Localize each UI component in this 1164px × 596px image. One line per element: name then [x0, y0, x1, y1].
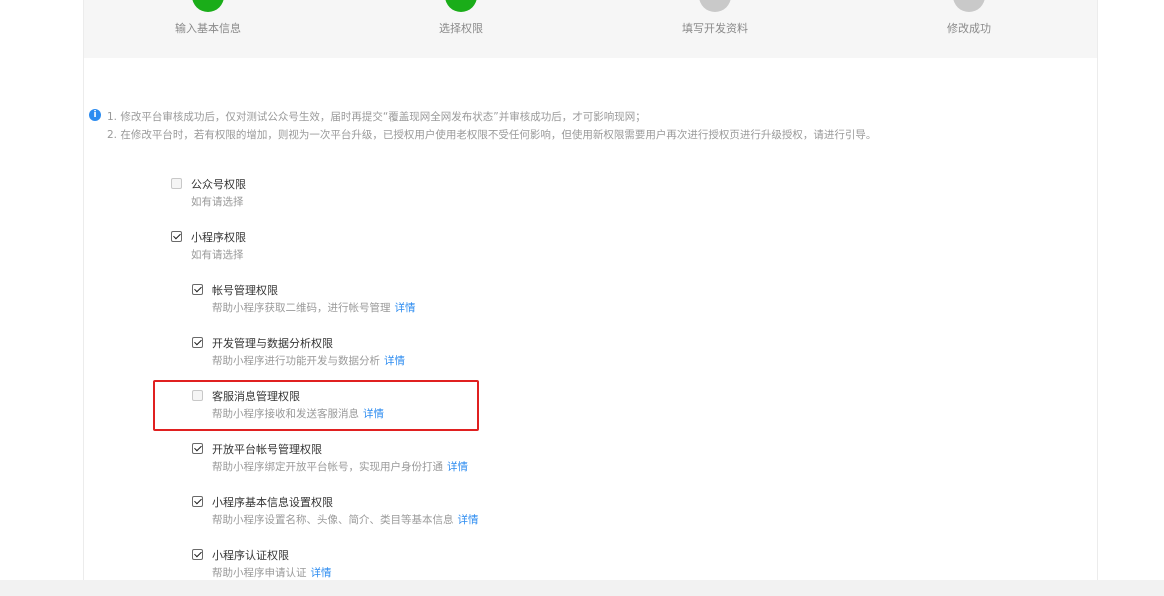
- perm-title: 开发管理与数据分析权限: [212, 337, 333, 350]
- checkbox-mini-program[interactable]: [171, 231, 182, 242]
- perm-title: 开放平台帐号管理权限: [212, 443, 322, 456]
- notice-line-1: 1. 修改平台审核成功后，仅对测试公众号生效，届时再提交“覆盖现网全网发布状态”…: [107, 111, 646, 123]
- detail-link[interactable]: 详情: [458, 514, 479, 526]
- step-label: 填写开发资料: [682, 22, 748, 35]
- perm-desc-text: 帮助小程序申请认证: [212, 567, 307, 579]
- perm-title: 帐号管理权限: [212, 284, 278, 297]
- perm-desc: 帮助小程序申请认证 详情: [212, 565, 332, 580]
- progress-steps: ✓ 输入基本信息 2 选择权限 3 填写开发资料 4 修改成功: [84, 0, 1097, 58]
- step-4-icon: 4: [953, 0, 985, 12]
- perm-title: 公众号权限: [191, 178, 246, 191]
- perm-desc-text: 帮助小程序绑定开放平台帐号，实现用户身份打通: [212, 461, 443, 473]
- perm-desc-text: 帮助小程序设置名称、头像、简介、类目等基本信息: [212, 514, 454, 526]
- checkbox-basic-info-settings[interactable]: [192, 496, 203, 507]
- perm-title: 小程序基本信息设置权限: [212, 496, 333, 509]
- notice-line-2: 2. 在修改平台时，若有权限的增加，则视为一次平台升级，已授权用户使用老权限不受…: [107, 129, 877, 141]
- detail-link[interactable]: 详情: [395, 302, 416, 314]
- check-icon: ✓: [192, 0, 224, 12]
- step-label: 输入基本信息: [175, 22, 241, 35]
- perm-desc: 如有请选择: [191, 249, 244, 261]
- checkbox-dev-data-analysis[interactable]: [192, 337, 203, 348]
- perm-title: 小程序认证权限: [212, 549, 289, 562]
- checkbox-official-account[interactable]: [171, 178, 182, 189]
- perm-desc: 帮助小程序设置名称、头像、简介、类目等基本信息 详情: [212, 512, 479, 527]
- checkbox-certification[interactable]: [192, 549, 203, 560]
- checkbox-open-platform-account[interactable]: [192, 443, 203, 454]
- step-label: 选择权限: [439, 22, 483, 35]
- step-label: 修改成功: [947, 22, 991, 35]
- perm-desc: 帮助小程序获取二维码，进行帐号管理 详情: [212, 300, 416, 315]
- checkbox-account-management[interactable]: [192, 284, 203, 295]
- perm-desc: 如有请选择: [191, 196, 244, 208]
- step-3-icon: 3: [699, 0, 731, 12]
- detail-link[interactable]: 详情: [447, 461, 468, 473]
- highlight-box: [153, 380, 479, 431]
- detail-link[interactable]: 详情: [384, 355, 405, 367]
- perm-desc: 帮助小程序进行功能开发与数据分析 详情: [212, 353, 405, 368]
- perm-title: 小程序权限: [191, 231, 246, 244]
- bottom-scroll-area: [0, 580, 1164, 596]
- step-2-icon: 2: [445, 0, 477, 12]
- detail-link[interactable]: 详情: [311, 567, 332, 579]
- perm-desc: 帮助小程序绑定开放平台帐号，实现用户身份打通 详情: [212, 459, 468, 474]
- perm-desc-text: 帮助小程序进行功能开发与数据分析: [212, 355, 380, 367]
- perm-desc-text: 帮助小程序获取二维码，进行帐号管理: [212, 302, 391, 314]
- info-icon: i: [89, 109, 101, 121]
